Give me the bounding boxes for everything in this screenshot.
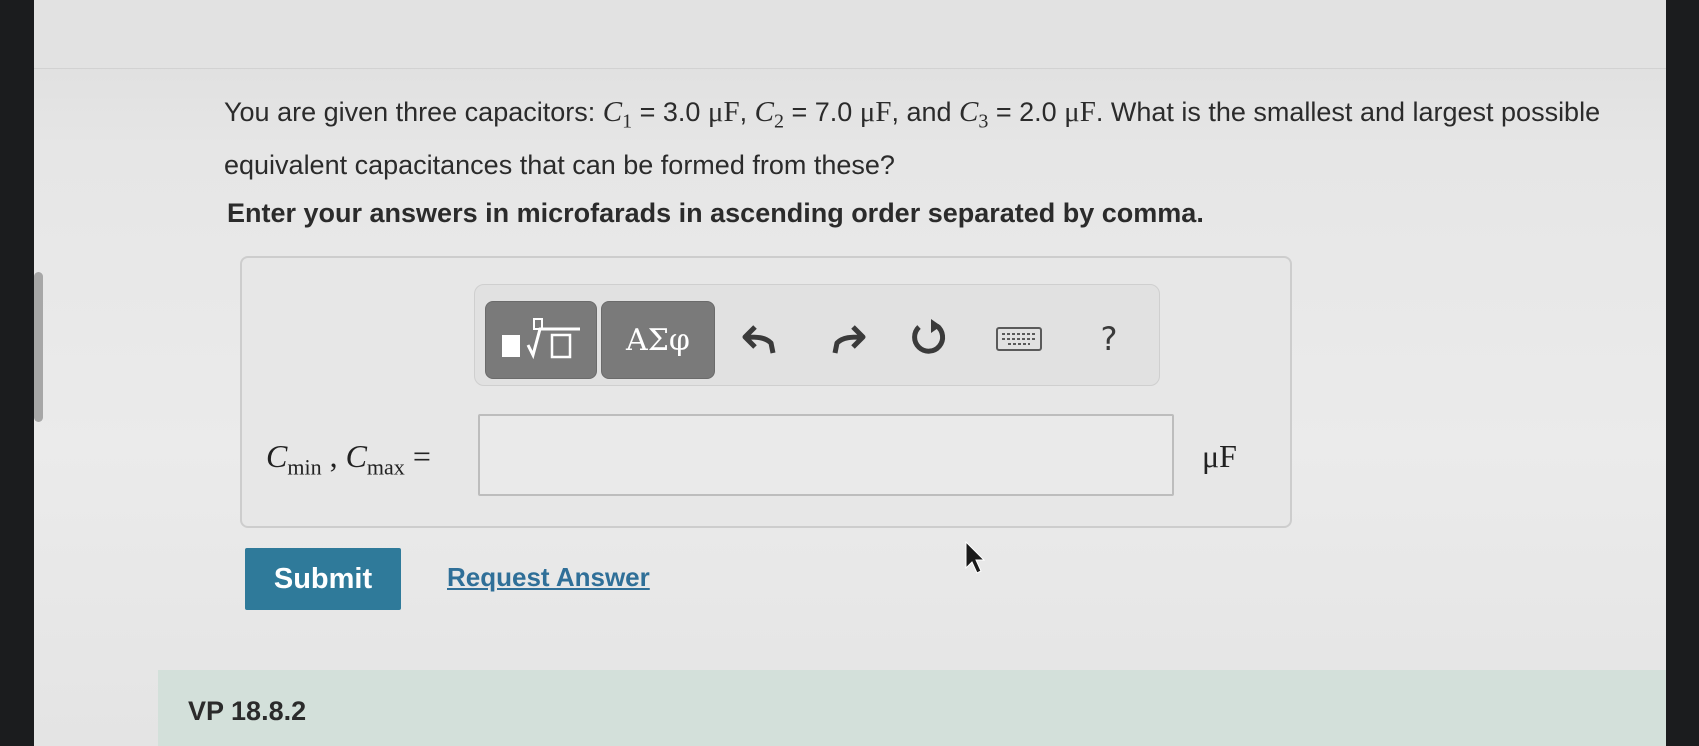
c2-symbol: C <box>754 96 774 128</box>
math-toolbar: ΑΣφ ? <box>474 284 1160 386</box>
question-text: You are given three capacitors: C1 = 3.0… <box>224 90 1654 187</box>
c3-symbol: C <box>959 96 979 128</box>
answer-input[interactable] <box>478 414 1174 496</box>
symbols-button[interactable]: ΑΣφ <box>601 301 715 379</box>
c2-value: = 7.0 <box>783 97 860 127</box>
keyboard-icon[interactable] <box>995 315 1043 363</box>
c3-value: = 2.0 <box>988 97 1065 127</box>
c3-unit: μF <box>1064 96 1096 128</box>
c1-symbol: C <box>602 96 623 128</box>
mouse-cursor-icon <box>964 540 988 581</box>
undo-icon[interactable] <box>737 315 785 363</box>
c3-subscript: 3 <box>978 110 989 133</box>
reset-icon[interactable] <box>905 315 953 363</box>
cmin-symbol: C <box>266 438 288 474</box>
separator-2: , and <box>891 97 960 127</box>
templates-icon <box>502 318 580 360</box>
cmin-subscript: min <box>287 454 322 480</box>
c2-subscript: 2 <box>773 110 784 133</box>
instructions-text: Enter your answers in microfarads in asc… <box>227 198 1204 228</box>
unit-label: μF <box>1202 438 1237 474</box>
c1-value: = 3.0 <box>632 97 708 127</box>
help-button[interactable]: ? <box>1085 315 1133 363</box>
next-problem-title: VP 18.8.2 <box>188 696 307 726</box>
header-band <box>34 0 1666 69</box>
answer-label: Cmin , Cmax = <box>266 438 431 480</box>
separator-1: , <box>739 97 755 127</box>
scrollbar-thumb[interactable] <box>34 272 43 422</box>
request-answer-link[interactable]: Request Answer <box>447 562 650 593</box>
next-problem-section[interactable]: VP 18.8.2 <box>158 670 1666 746</box>
answer-panel: ΑΣφ ? Cmin , Cmax = μF <box>240 256 1292 528</box>
redo-icon[interactable] <box>823 315 871 363</box>
label-separator: , <box>321 438 346 474</box>
cmax-symbol: C <box>345 438 367 474</box>
templates-button[interactable] <box>485 301 597 379</box>
submit-button[interactable]: Submit <box>245 548 401 610</box>
cmax-subscript: max <box>366 454 405 480</box>
label-equals: = <box>404 438 431 474</box>
c1-unit: μF <box>707 96 740 128</box>
c2-unit: μF <box>859 96 892 128</box>
problem-screen: You are given three capacitors: C1 = 3.0… <box>34 0 1666 746</box>
question-intro: You are given three capacitors: <box>224 97 603 127</box>
c1-subscript: 1 <box>622 110 633 133</box>
